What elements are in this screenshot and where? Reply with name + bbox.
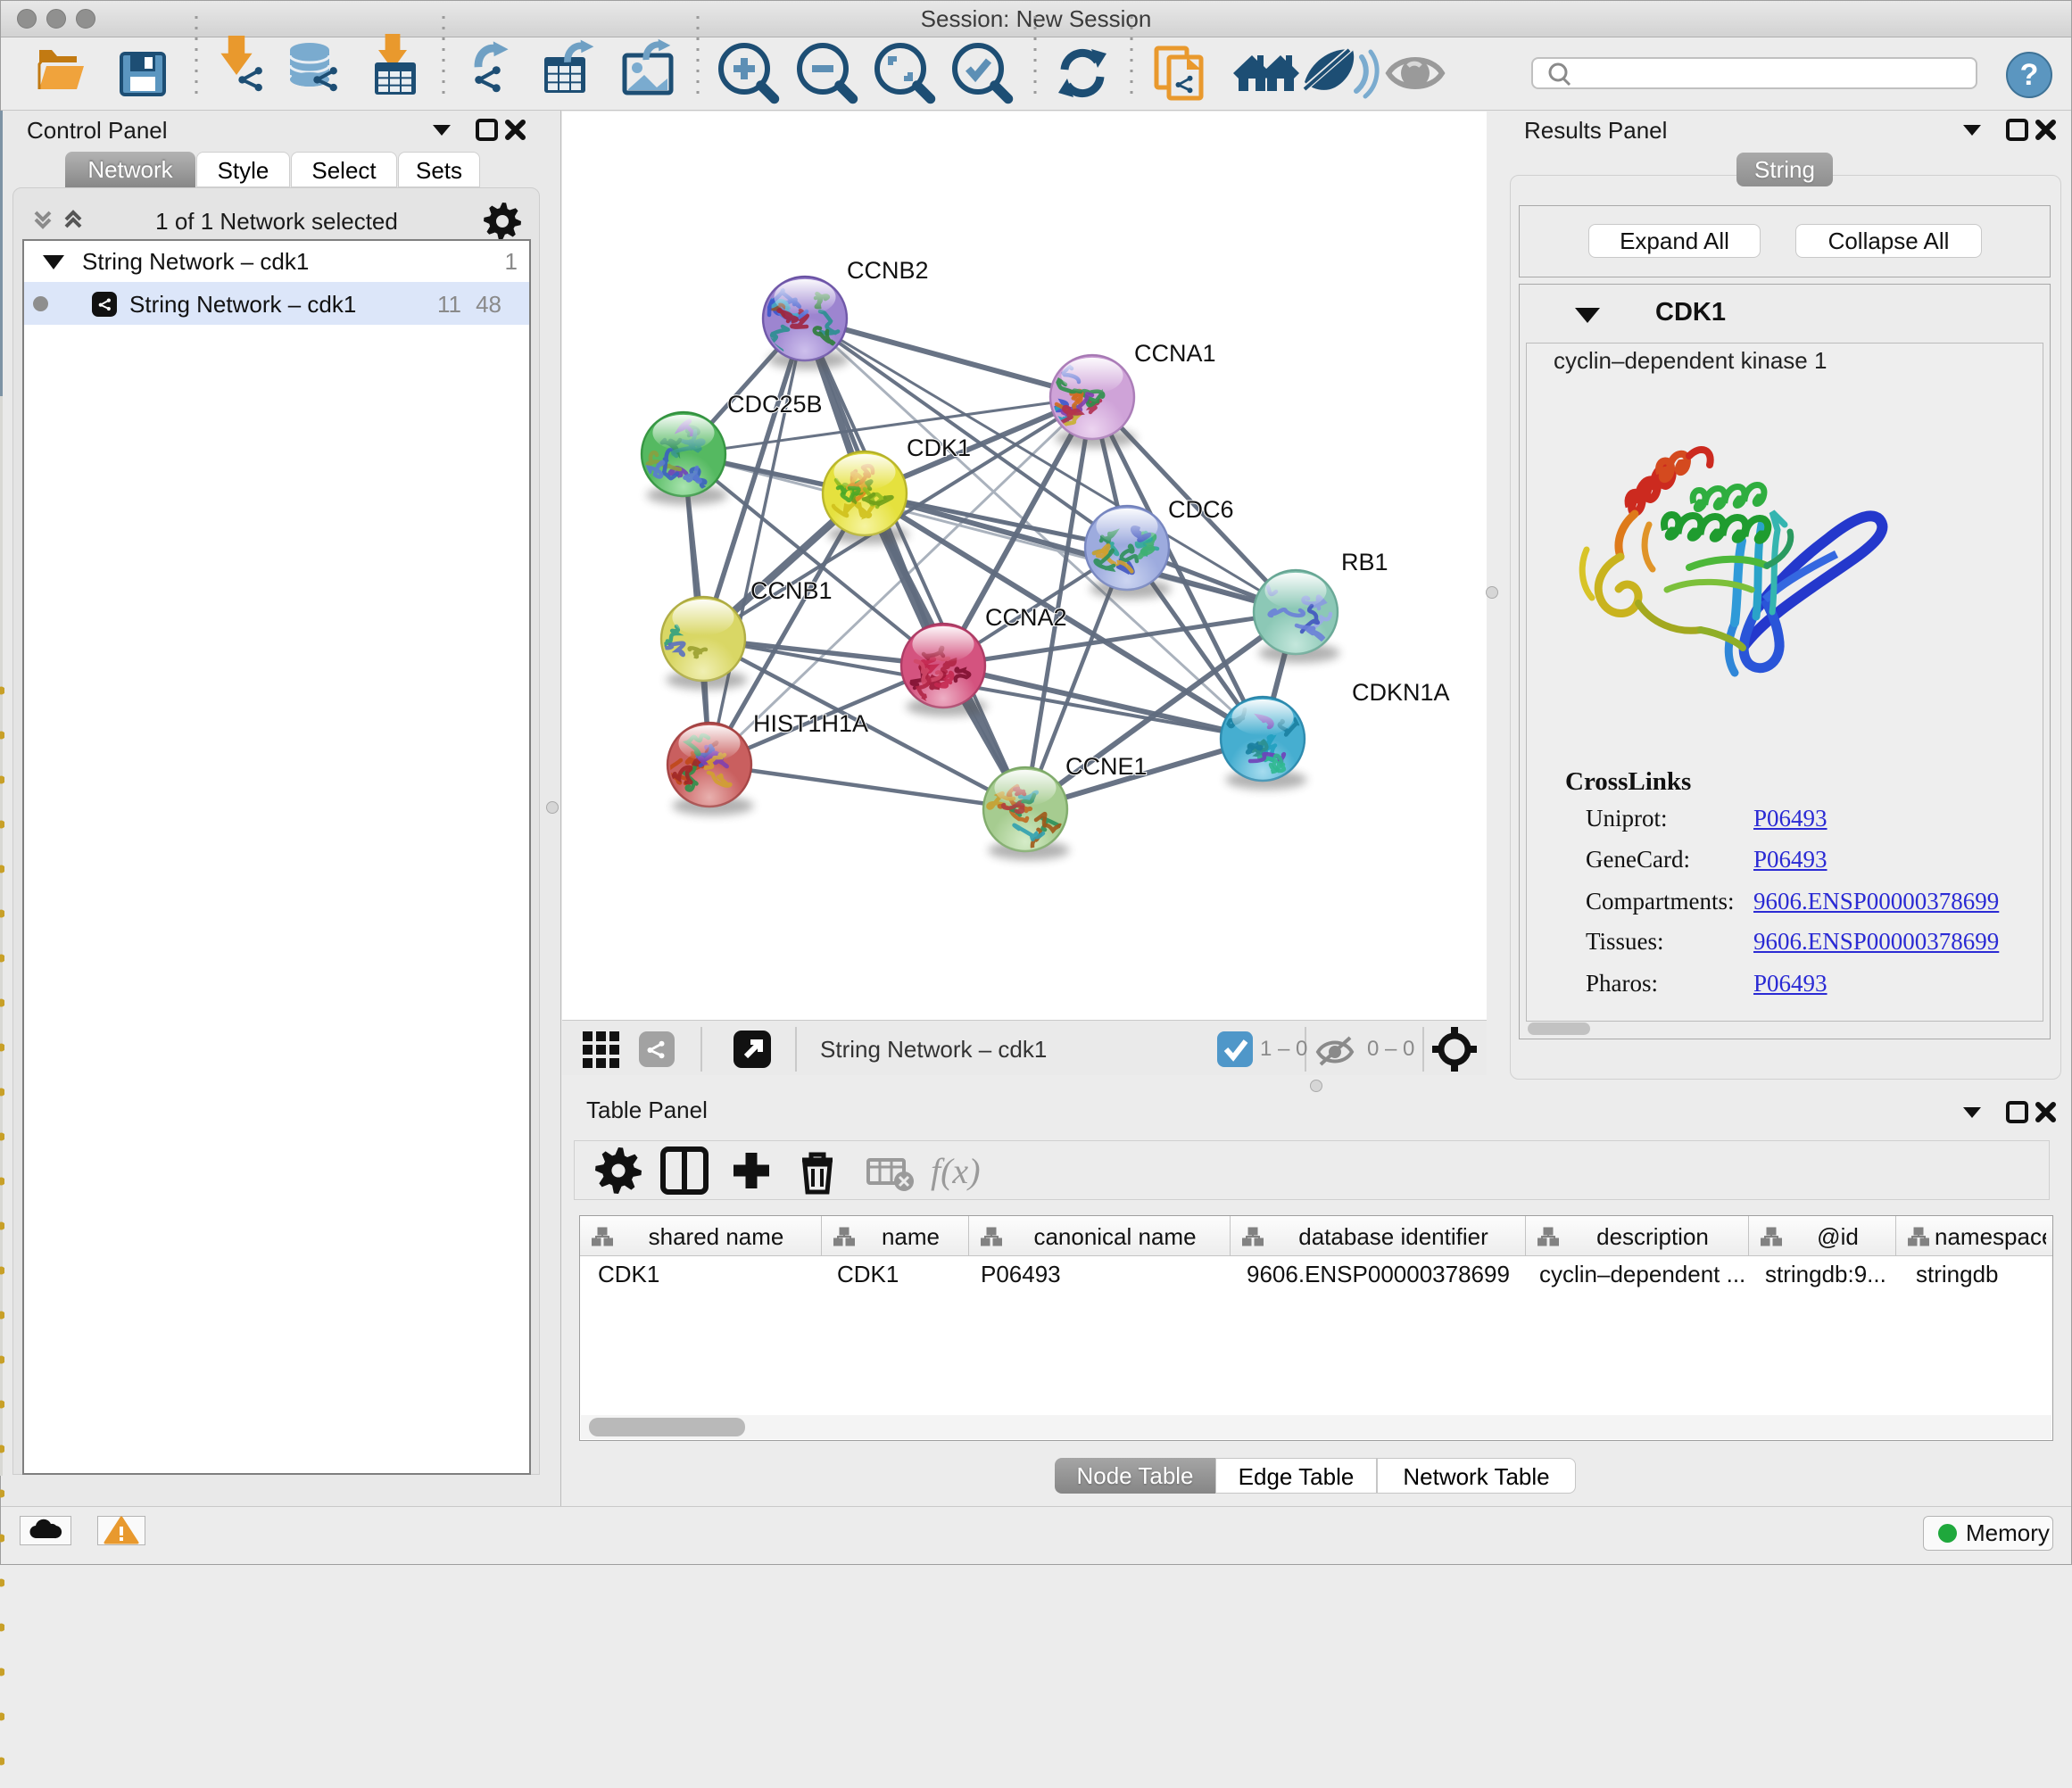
svg-text:CCNA1: CCNA1: [1134, 340, 1216, 367]
svg-text:f(x): f(x): [931, 1151, 981, 1191]
svg-text:CDKN1A: CDKN1A: [1352, 679, 1450, 706]
svg-text:RB1: RB1: [1341, 549, 1388, 575]
svg-text:CDK1: CDK1: [907, 435, 971, 461]
svg-text:CCNA2: CCNA2: [985, 604, 1067, 631]
svg-text:CCNB1: CCNB1: [750, 577, 833, 604]
svg-text:CDC6: CDC6: [1168, 496, 1234, 523]
svg-text:?: ?: [2020, 58, 2039, 92]
svg-text:HIST1H1A: HIST1H1A: [753, 710, 868, 737]
svg-text:CCNE1: CCNE1: [1065, 753, 1148, 780]
svg-text:CCNB2: CCNB2: [847, 257, 929, 284]
svg-text:CDC25B: CDC25B: [727, 391, 823, 418]
